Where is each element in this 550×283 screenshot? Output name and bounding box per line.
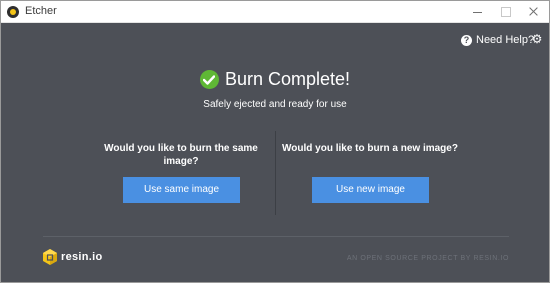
status-subtitle: Safely ejected and ready for use [203, 99, 347, 110]
vertical-divider [275, 131, 276, 215]
need-help-label: Need Help? [476, 34, 535, 46]
main-content: ? Need Help? ⚙ Burn Complete! Safely eje… [1, 23, 549, 282]
checkmark-icon [199, 70, 219, 89]
app-window: Etcher ? Need Help? ⚙ Burn Complete! Saf… [0, 0, 550, 283]
resin-logo[interactable]: resin.io [43, 249, 103, 265]
status-headline: Burn Complete! [1, 69, 549, 90]
footer-divider [43, 236, 509, 237]
close-button[interactable] [515, 1, 550, 23]
new-image-question: Would you like to burn a new image? [282, 143, 458, 154]
resin-logo-text: resin.io [61, 251, 103, 263]
window-title: Etcher [25, 5, 57, 17]
footer-tagline[interactable]: AN OPEN SOURCE PROJECT BY RESIN.IO [301, 255, 509, 262]
same-image-question: Would you like to burn the same image? [104, 143, 258, 167]
status-title: Burn Complete! [224, 69, 351, 89]
title-bar[interactable]: Etcher [1, 1, 549, 23]
etcher-app-icon [7, 6, 19, 18]
resin-cube-icon [43, 249, 57, 265]
need-help-link[interactable]: ? Need Help? [461, 33, 534, 47]
use-new-image-button[interactable]: Use new image [312, 177, 429, 203]
question-circle-icon: ? [461, 34, 472, 46]
use-same-image-button[interactable]: Use same image [123, 177, 240, 203]
gear-icon[interactable]: ⚙ [531, 32, 543, 46]
